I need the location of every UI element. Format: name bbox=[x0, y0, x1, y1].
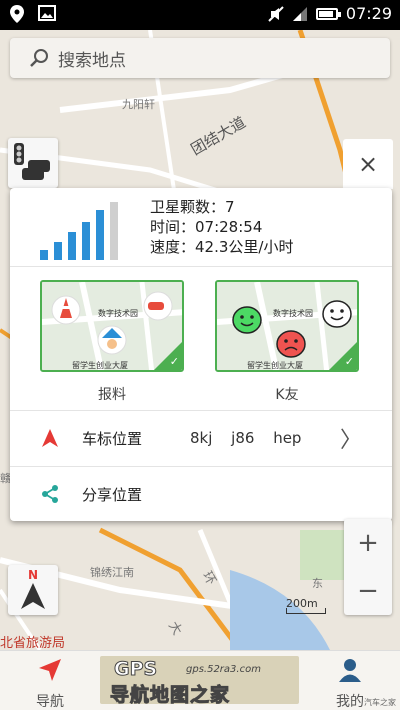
battery-icon bbox=[315, 7, 341, 20]
gps-time: 时间：07:28:54 bbox=[150, 218, 263, 236]
kfriend-card-label: K友 bbox=[275, 387, 299, 403]
car-position-options: 8kj j86 hep bbox=[190, 429, 302, 447]
card-street-label: 数字技术园 bbox=[98, 309, 138, 318]
muted-icon bbox=[268, 5, 284, 22]
car-icon-position-row[interactable]: 车标位置 8kj j86 hep 〉 bbox=[10, 410, 392, 466]
gps-url-text: gps.52ra3.com bbox=[186, 664, 261, 675]
gps-watermark-banner: GPS gps.52ra3.com 导航地图之家 bbox=[100, 656, 299, 704]
map-label-jiuyangxuan: 九阳轩 bbox=[122, 98, 155, 111]
card-street-label: 数字技术园 bbox=[273, 309, 313, 318]
navigate-arrow-icon bbox=[39, 659, 61, 681]
map-scale-bar bbox=[286, 608, 326, 614]
signal-icon bbox=[292, 6, 307, 21]
nav-navigate-label: 导航 bbox=[36, 694, 64, 710]
map-label-tourism: 北省旅游局 bbox=[0, 636, 66, 650]
compass-button[interactable]: N bbox=[8, 565, 58, 615]
navigation-arrow-icon bbox=[21, 583, 45, 609]
report-card-label: 报料 bbox=[98, 387, 126, 403]
watermark-text: 汽车之家 bbox=[364, 698, 396, 707]
card-street-label: 留学生创业大厦 bbox=[247, 361, 303, 370]
check-icon: ✓ bbox=[169, 355, 179, 368]
share-position-label: 分享位置 bbox=[82, 485, 143, 504]
map-label-jinxiu: 锦绣江南 bbox=[90, 566, 134, 579]
gps-stats: 卫星颗数：7 时间：07:28:54 速度：42.3公里/小时 bbox=[150, 197, 293, 257]
search-bar[interactable]: 搜索地点 bbox=[10, 38, 390, 78]
compass-north-label: N bbox=[28, 568, 39, 582]
status-bar: 07:29 bbox=[0, 0, 400, 30]
search-icon bbox=[30, 49, 48, 67]
traffic-toggle-button[interactable] bbox=[8, 138, 58, 188]
zoom-controls: + − bbox=[344, 519, 392, 615]
traffic-light-icon bbox=[14, 143, 50, 180]
zoom-out-button[interactable]: − bbox=[344, 567, 392, 615]
zoom-in-button[interactable]: + bbox=[344, 519, 392, 567]
close-button[interactable]: × bbox=[343, 139, 393, 189]
gps-info-panel: 卫星颗数：7 时间：07:28:54 速度：42.3公里/小时 数字技术园 留学… bbox=[10, 188, 392, 521]
gps-logo-text: GPS bbox=[113, 658, 158, 681]
divider bbox=[10, 266, 392, 267]
report-card[interactable]: 数字技术园 留学生创业大厦 ✓ bbox=[40, 280, 184, 372]
gps-signal-strength-icon bbox=[40, 202, 118, 260]
chevron-right-icon: 〉 bbox=[339, 428, 362, 453]
search-input[interactable]: 搜索地点 bbox=[58, 46, 126, 71]
image-icon bbox=[38, 5, 56, 21]
gps-title-text: 导航地图之家 bbox=[109, 684, 231, 705]
share-icon bbox=[42, 485, 58, 503]
check-icon: ✓ bbox=[344, 355, 354, 368]
gps-speed: 速度：42.3公里/小时 bbox=[150, 238, 294, 256]
car-position-label: 车标位置 bbox=[82, 429, 143, 448]
kfriend-card[interactable]: 数字技术园 留学生创业大厦 ✓ bbox=[215, 280, 359, 372]
map-label-dong: 东 bbox=[312, 577, 323, 590]
card-street-label: 留学生创业大厦 bbox=[72, 361, 128, 370]
car-arrow-icon bbox=[42, 429, 58, 447]
user-profile-icon bbox=[339, 659, 361, 682]
nav-navigate-button[interactable]: 导航 bbox=[20, 657, 80, 710]
satellite-count: 卫星颗数：7 bbox=[150, 198, 235, 216]
status-time: 07:29 bbox=[345, 4, 392, 23]
share-position-row[interactable]: 分享位置 bbox=[10, 466, 392, 522]
location-pin-icon bbox=[10, 5, 24, 23]
